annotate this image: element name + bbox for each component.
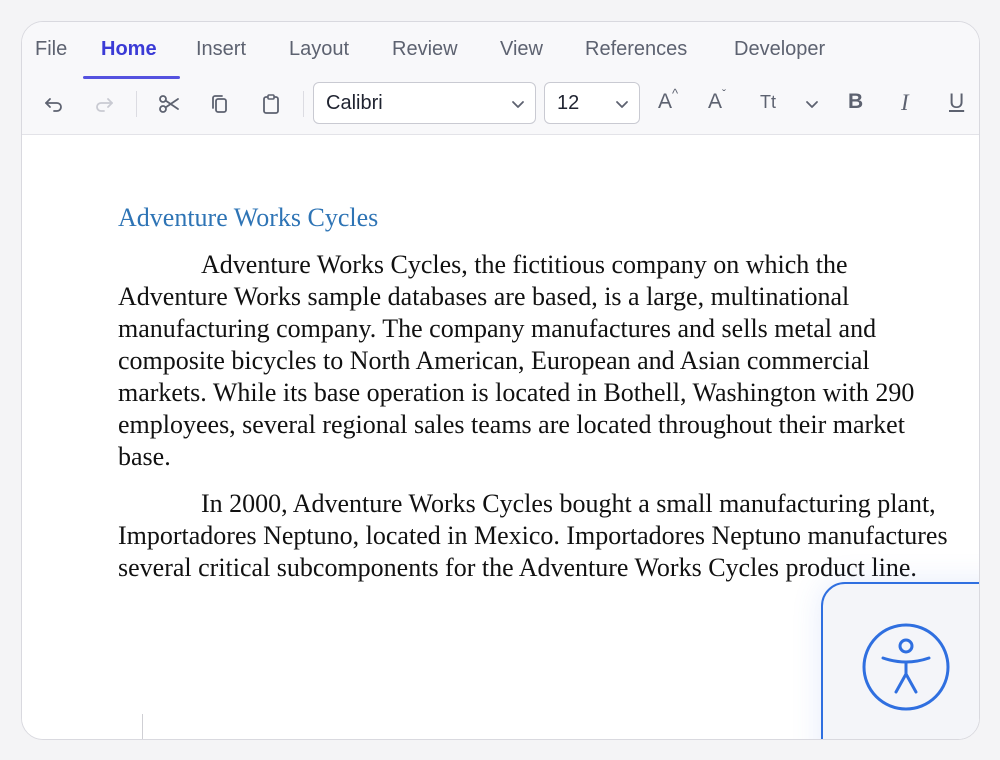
redo-icon	[96, 98, 113, 112]
grow-font-label: A	[658, 90, 673, 113]
redo-button[interactable]	[90, 90, 118, 118]
toolbar-separator	[136, 91, 137, 117]
margin-marker	[142, 714, 143, 739]
font-size-select[interactable]: 12	[544, 82, 640, 124]
tab-review[interactable]: Review	[392, 38, 458, 61]
chevron-down-icon	[512, 101, 524, 108]
tab-references[interactable]: References	[585, 38, 687, 61]
text-case-button[interactable]: Tt	[760, 92, 776, 120]
tab-view[interactable]: View	[500, 38, 543, 61]
document-paragraph: Adventure Works Cycles, the fictitious c…	[118, 250, 915, 471]
tab-insert[interactable]: Insert	[196, 38, 246, 61]
text-case-dropdown[interactable]	[798, 90, 826, 118]
shrink-font-label: A	[708, 90, 723, 113]
chevron-down-icon	[806, 101, 818, 108]
toolbar-separator	[303, 91, 304, 117]
grow-font-button[interactable]: A^	[658, 86, 678, 118]
document-heading: Adventure Works Cycles	[118, 203, 379, 232]
chevron-down-icon	[616, 101, 628, 108]
shrink-font-button[interactable]: Aˇ	[708, 87, 727, 118]
cut-button[interactable]	[155, 90, 183, 118]
caret-up-icon: ^	[672, 86, 679, 101]
cut-icon	[159, 95, 179, 113]
tab-layout[interactable]: Layout	[289, 38, 349, 61]
paste-button[interactable]	[257, 90, 285, 118]
accessibility-panel	[821, 582, 979, 739]
font-family-select[interactable]: Calibri	[313, 82, 536, 124]
font-size-value: 12	[557, 92, 580, 114]
home-toolbar: Calibri 12 A^ Aˇ Tt B I U	[22, 81, 979, 127]
editor-window: File Home Insert Layout Review View Refe…	[21, 21, 980, 740]
active-tab-indicator	[83, 76, 180, 79]
undo-button[interactable]	[40, 90, 68, 118]
undo-icon	[45, 98, 62, 112]
bold-button[interactable]: B	[848, 90, 863, 118]
tab-developer[interactable]: Developer	[734, 38, 825, 61]
copy-button[interactable]	[206, 90, 234, 118]
italic-button[interactable]: I	[901, 90, 909, 118]
document-paragraph: In 2000, Adventure Works Cycles bought a…	[118, 489, 948, 582]
accessibility-button[interactable]	[861, 622, 951, 712]
tab-home[interactable]: Home	[101, 38, 157, 61]
copy-icon	[212, 95, 227, 113]
paste-icon	[263, 94, 279, 114]
font-family-value: Calibri	[326, 92, 383, 114]
underline-button[interactable]: U	[949, 90, 964, 118]
ribbon: File Home Insert Layout Review View Refe…	[22, 22, 979, 135]
ribbon-tabs: File Home Insert Layout Review View Refe…	[22, 22, 979, 79]
caret-down-icon: ˇ	[722, 87, 727, 101]
accessibility-icon	[862, 623, 950, 711]
tab-file[interactable]: File	[35, 38, 67, 61]
